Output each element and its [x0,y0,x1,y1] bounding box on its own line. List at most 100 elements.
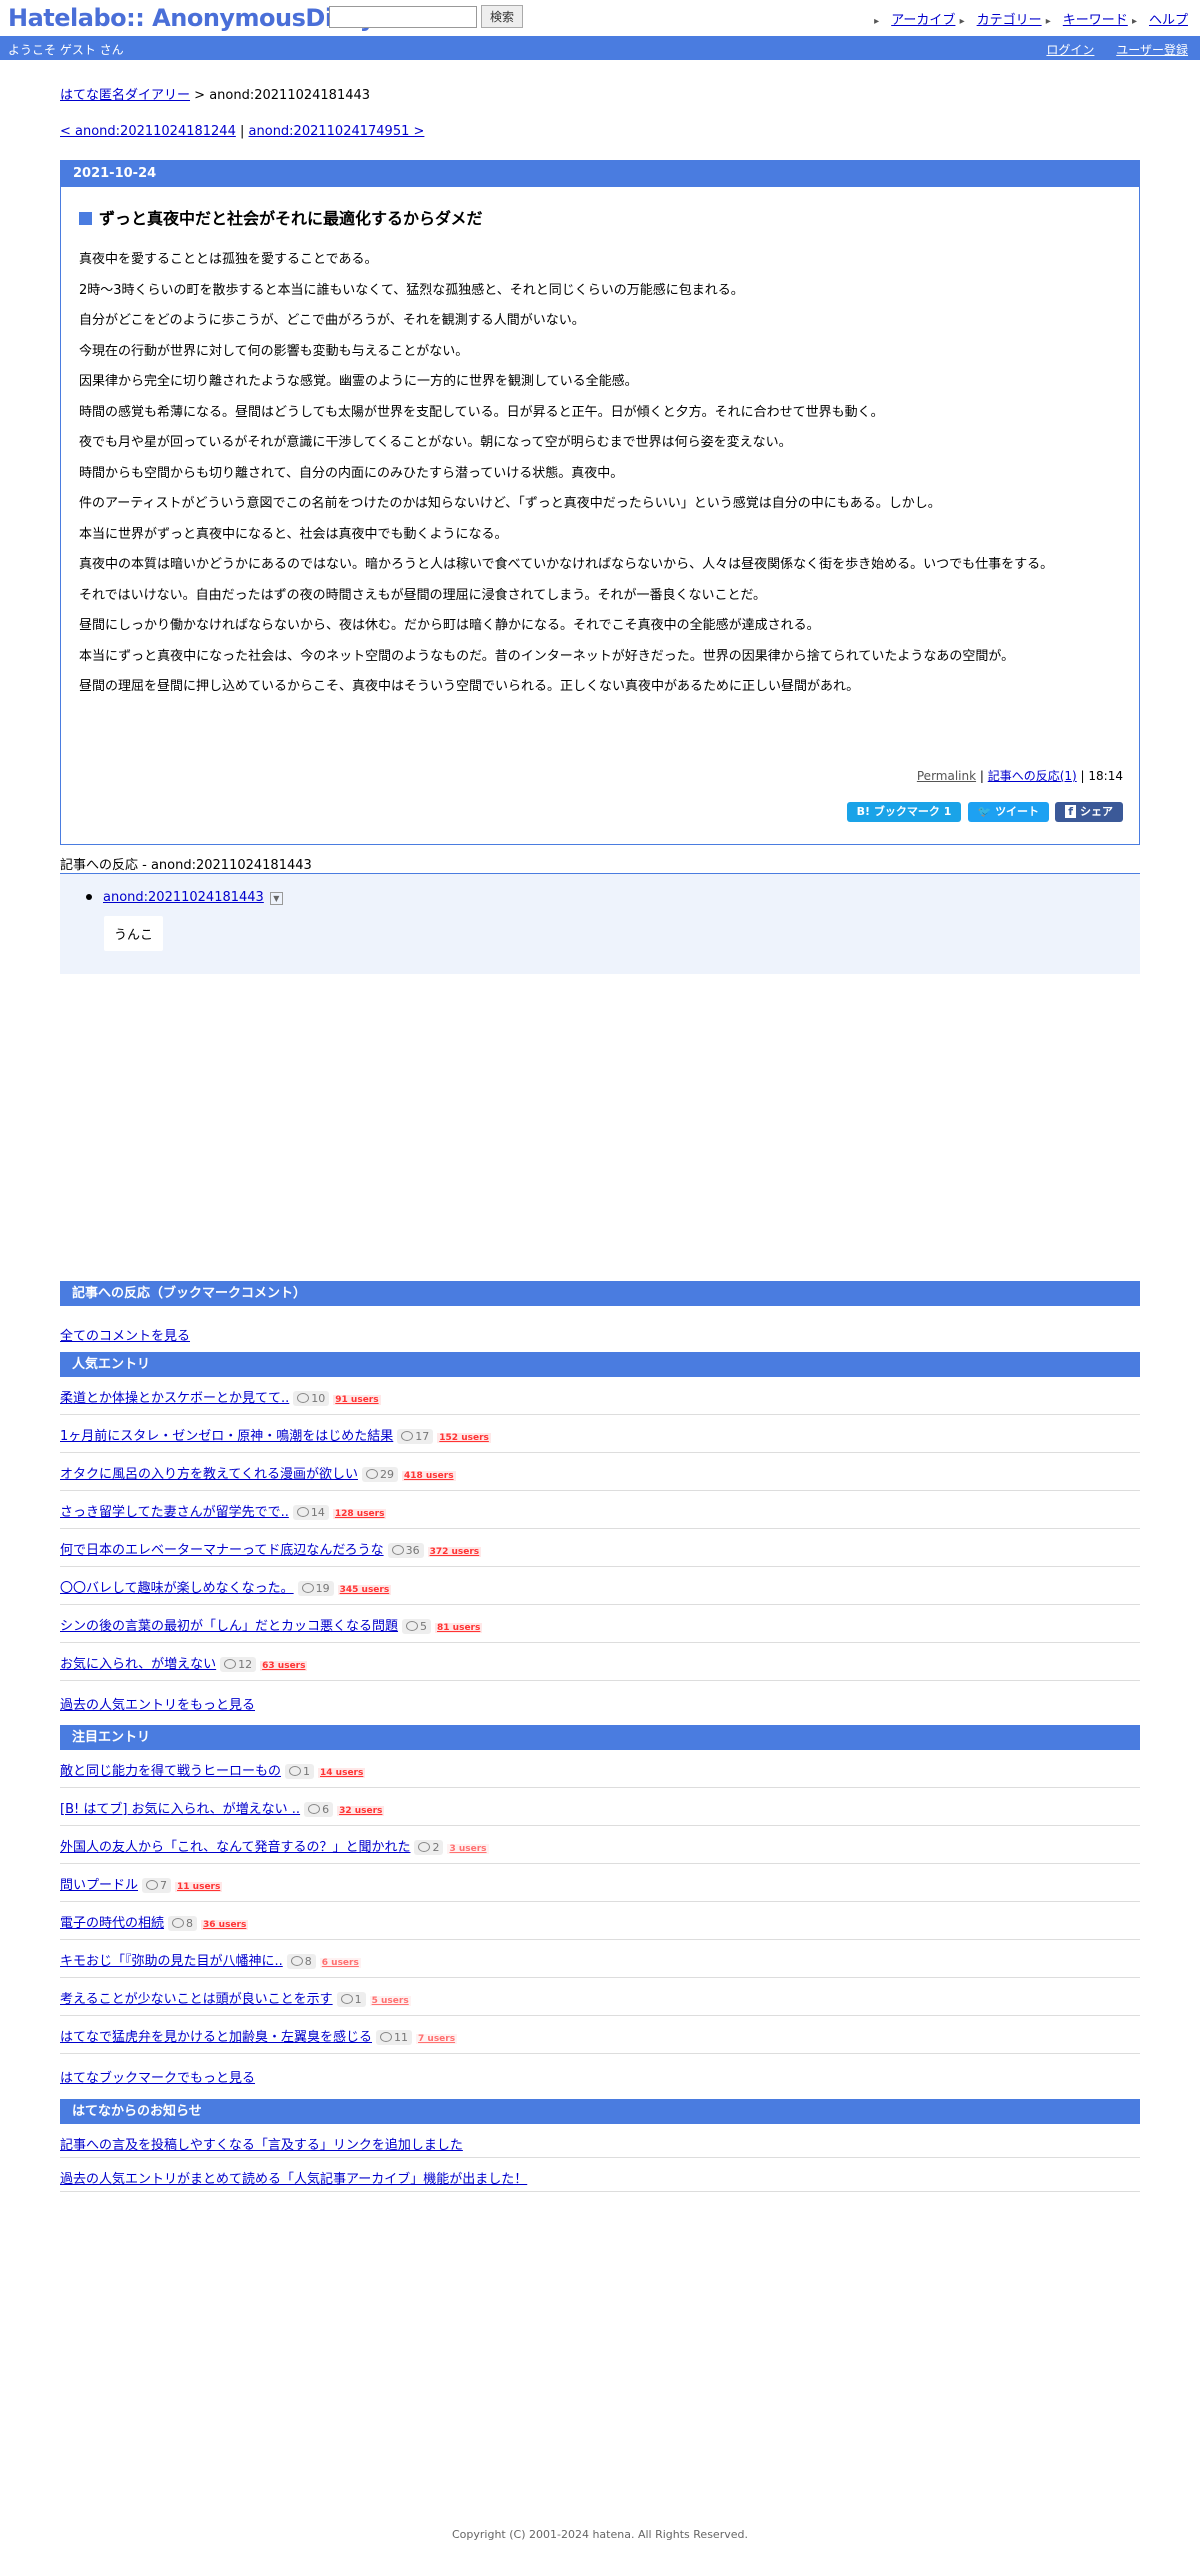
comment-count-value: 17 [415,1430,430,1443]
comment-count[interactable]: 8 [168,1916,198,1931]
users-badge[interactable]: 81 users [435,1623,483,1633]
nav-keyword[interactable]: キーワード [1063,13,1128,28]
comment-count[interactable]: 12 [220,1657,257,1672]
users-badge[interactable]: 128 users [332,1509,387,1519]
comment-count[interactable]: 7 [142,1878,172,1893]
entry-paragraph: それではいけない。自由だったはずの夜の時間さえもが昼間の理屈に浸食されてしまう。… [79,587,767,603]
entry-link[interactable]: 問いプードル [60,1878,138,1893]
comment-icon [418,1842,431,1852]
all-comments-link[interactable]: 全てのコメントを見る [60,1325,190,1344]
hatena-bookmark-button[interactable]: B! ブックマーク 1 [846,802,962,822]
more-bookmark-link[interactable]: はてなブックマークでもっと見る [60,2067,255,2086]
comment-count[interactable]: 19 [297,1581,334,1596]
users-badge[interactable]: 418 users [401,1471,456,1481]
comment-count[interactable]: 36 [387,1543,424,1558]
entry-link[interactable]: お気に入られ、が増えない [60,1657,216,1672]
users-badge[interactable]: 11 users [175,1882,223,1892]
entry-link[interactable]: シンの後の言葉の最初が「しん」だとカッコ悪くなる問題 [60,1619,398,1634]
responses-title: 記事への反応 - anond:20211024181443 [60,858,312,873]
comment-count[interactable]: 10 [293,1391,330,1406]
share-label: シェア [1080,805,1113,818]
comment-count[interactable]: 14 [292,1505,329,1520]
site-logo[interactable]: Hatelabo:: AnonymousDiary [8,4,375,32]
welcome-text: ようこそ ゲスト さん [8,43,124,57]
comment-count[interactable]: 1 [336,1992,366,2007]
comment-count[interactable]: 5 [402,1619,432,1634]
nav-archive[interactable]: アーカイブ [891,13,955,28]
attention-entry: 考えることが少ないことは頭が良いことを示す 1 5 users [60,1978,1140,2016]
comment-count[interactable]: 1 [285,1764,315,1779]
prev-entry-link[interactable]: < anond:20211024181244 [60,124,236,139]
news-list: 記事への言及を投稿しやすくなる「言及する」リンクを追加しました 過去の人気エント… [60,2124,1140,2192]
popular-entry: 〇〇バレして趣味が楽しめなくなった。 19 345 users [60,1567,1140,1605]
register-link[interactable]: ユーザー登録 [1116,43,1188,57]
facebook-share-button[interactable]: f シェア [1055,802,1123,822]
comment-icon [406,1621,419,1631]
login-link[interactable]: ログイン [1046,43,1094,57]
breadcrumb-home[interactable]: はてな匿名ダイアリー [60,88,190,103]
response-link[interactable]: anond:20211024181443 [103,890,264,905]
users-badge[interactable]: 32 users [337,1806,385,1816]
entry-link[interactable]: 電子の時代の相続 [60,1916,164,1931]
entry-link[interactable]: 柔道とか体操とかスケボーとか見てて.. [60,1391,289,1406]
search-input[interactable] [329,6,477,28]
tweet-button[interactable]: 🐦 ツイート [967,802,1050,822]
comment-count-value: 8 [186,1917,194,1930]
comment-count[interactable]: 29 [361,1467,398,1482]
users-badge[interactable]: 14 users [318,1768,366,1778]
comment-count[interactable]: 11 [376,2030,413,2045]
square-icon [79,212,92,225]
dropdown-icon[interactable]: ▼ [269,892,283,905]
users-badge[interactable]: 152 users [437,1433,491,1443]
comment-count[interactable]: 2 [414,1840,444,1855]
entry-link[interactable]: はてなで猛虎弁を見かけると加齢臭・左翼臭を感じる [60,2030,372,2045]
entry-link[interactable]: 〇〇バレして趣味が楽しめなくなった。 [60,1581,294,1596]
news-link[interactable]: 記事への言及を投稿しやすくなる「言及する」リンクを追加しました [60,2138,463,2153]
entry-link[interactable]: さっき留学してた妻さんが留学先でで.. [60,1505,289,1520]
entry-link[interactable]: 敵と同じ能力を得て戦うヒーローもの [60,1764,281,1779]
attention-entry: 敵と同じ能力を得て戦うヒーローもの 1 14 users [60,1750,1140,1788]
popular-entry: シンの後の言葉の最初が「しん」だとカッコ悪くなる問題 5 81 users [60,1605,1140,1643]
comment-count-value: 11 [394,2031,409,2044]
users-badge[interactable]: 372 users [427,1547,482,1557]
users-badge[interactable]: 63 users [260,1661,308,1671]
entry-time: 18:14 [1088,769,1123,783]
comment-count-value: 14 [310,1506,325,1519]
users-badge[interactable]: 345 users [337,1585,392,1595]
comment-icon [340,1994,353,2004]
users-badge[interactable]: 91 users [333,1395,381,1405]
entry-link[interactable]: オタクに風呂の入り方を教えてくれる漫画が欲しい [60,1467,358,1482]
entry-link[interactable]: [B! はてブ] お気に入られ、が増えない .. [60,1802,300,1817]
reactions-link[interactable]: 記事への反応(1) [988,769,1077,783]
attention-entry: 電子の時代の相続 8 36 users [60,1902,1140,1940]
comment-icon [365,1469,378,1479]
users-badge[interactable]: 5 users [369,1996,411,2006]
permalink[interactable]: Permalink [917,769,976,783]
news-link[interactable]: 過去の人気エントリがまとめて読める「人気記事アーカイブ」機能が出ました！ [60,2172,527,2187]
comment-count-value: 29 [379,1468,394,1481]
next-entry-link[interactable]: anond:20211024174951 > [249,124,425,139]
users-badge[interactable]: 6 users [319,1958,361,1968]
users-badge[interactable]: 7 users [416,2034,458,2044]
entry-paragraph: 本当に世界がずっと真夜中になると、社会は真夜中でも動くようになる。 [79,526,508,542]
attention-entry: 問いプードル 7 11 users [60,1864,1140,1902]
comment-count[interactable]: 6 [304,1802,334,1817]
search-button[interactable]: 検索 [481,5,523,28]
popular-entries-header: 人気エントリ [60,1352,1140,1377]
nav-help[interactable]: ヘルプ [1149,13,1188,28]
comment-count[interactable]: 17 [397,1429,434,1444]
entry-link[interactable]: 考えることが少ないことは頭が良いことを示す [60,1992,333,2007]
users-badge[interactable]: 3 users [447,1844,489,1854]
more-popular-link[interactable]: 過去の人気エントリをもっと見る [60,1694,255,1713]
comment-icon [146,1880,159,1890]
attention-entries-header: 注目エントリ [60,1725,1140,1750]
comment-count[interactable]: 8 [286,1954,316,1969]
nav-category[interactable]: カテゴリー [977,13,1042,28]
entry-link[interactable]: キモおじ「『弥助の見た目が八幡神に.. [60,1954,283,1969]
comment-count-value: 10 [311,1392,326,1405]
entry-link[interactable]: 何で日本のエレベーターマナーってド底辺なんだろうな [60,1543,384,1558]
entry-link[interactable]: 外国人の友人から「これ、なんて発音するの？」と聞かれた [60,1840,410,1855]
users-badge[interactable]: 36 users [201,1920,249,1930]
entry-title: ずっと真夜中だと社会がそれに最適化するからダメだ [79,205,483,229]
entry-link[interactable]: 1ヶ月前にスタレ・ゼンゼロ・原神・鳴潮をはじめた結果 [60,1429,393,1444]
